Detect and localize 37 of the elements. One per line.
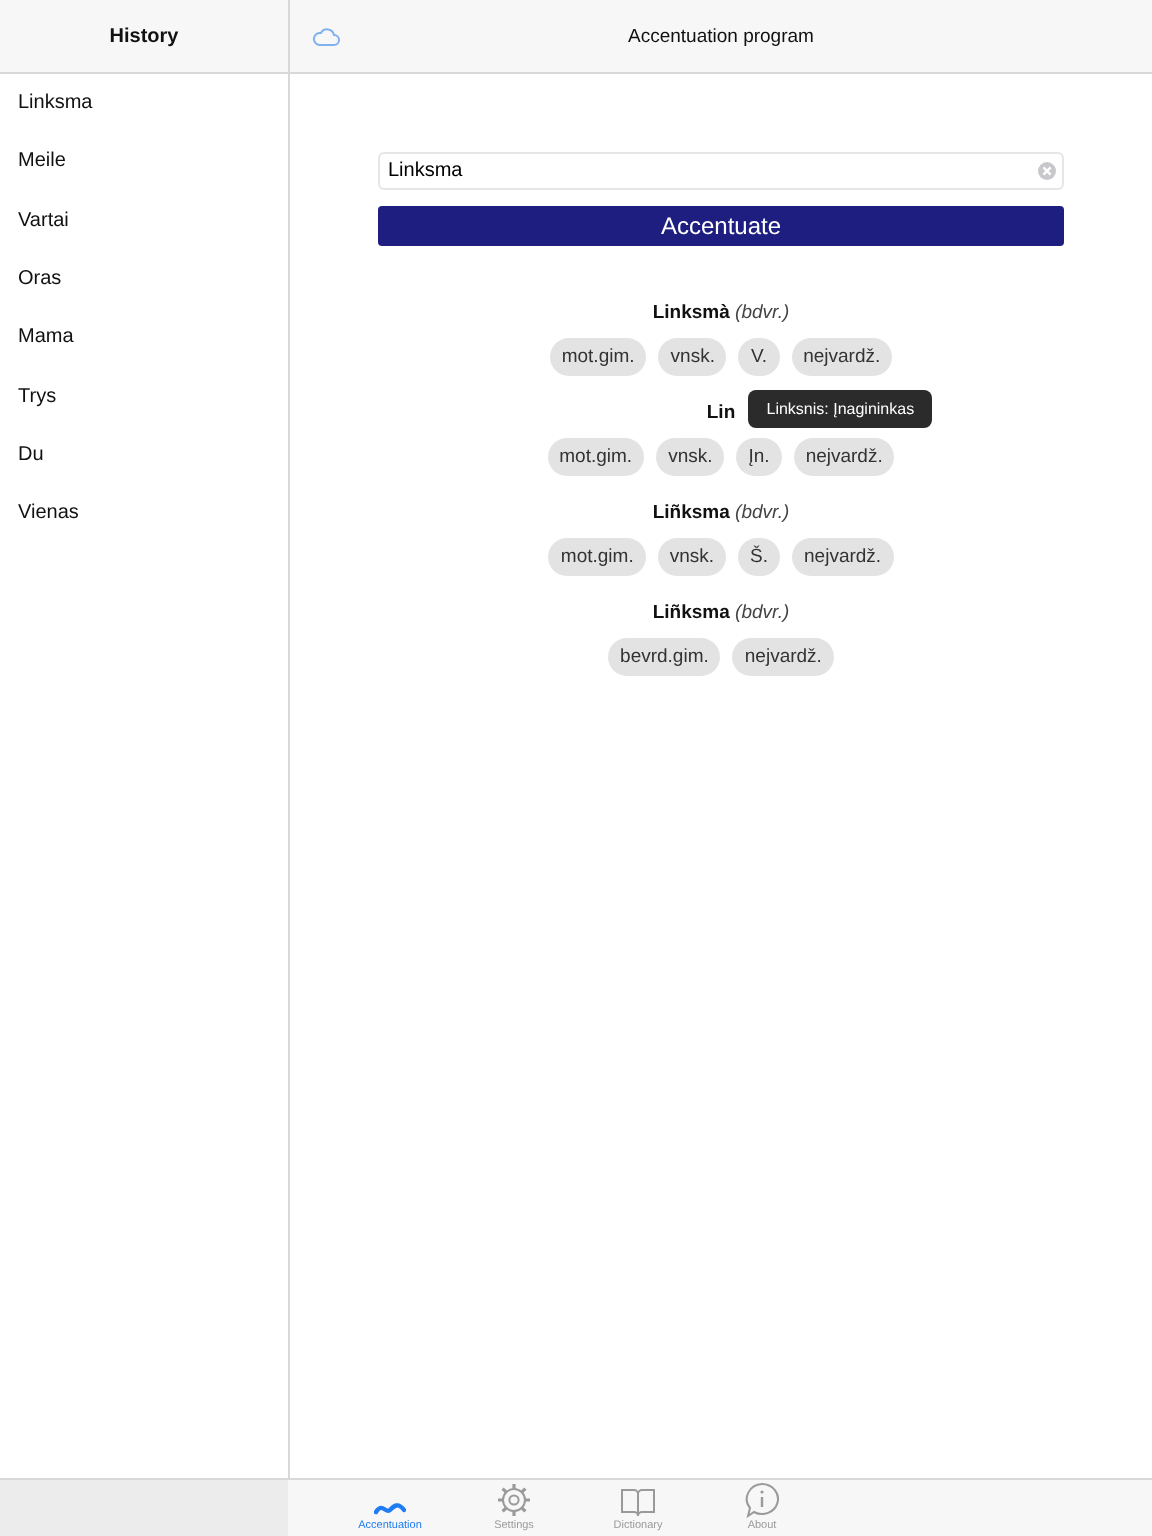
accentuate-button[interactable]: Accentuate [378, 206, 1064, 246]
history-item[interactable]: Mama [0, 308, 288, 367]
history-item[interactable]: Meile [0, 132, 288, 192]
grammar-tag[interactable]: Š. [738, 538, 781, 576]
grammar-tag[interactable]: vnsk. [656, 438, 725, 476]
grammar-tag[interactable]: Įn. [736, 438, 782, 476]
sidebar-title: History [109, 25, 179, 47]
grammar-tag[interactable]: vnsk. [657, 538, 727, 576]
grammar-tag[interactable]: mot.gim. [548, 538, 646, 576]
history-item[interactable]: Oras [0, 249, 288, 309]
history-item[interactable]: Vartai [0, 191, 288, 250]
word-heading: Liñksma (bdvr.) [652, 602, 790, 624]
word-heading: Lin [706, 402, 736, 424]
history-item[interactable]: Vienas [0, 484, 288, 543]
tooltip: Linksnis: Įnagininkas [748, 390, 933, 428]
cloud-icon[interactable] [312, 28, 340, 46]
grammar-tag[interactable]: nejvardž. [732, 638, 834, 676]
page-title: Accentuation program [628, 25, 814, 47]
wave-icon [374, 1502, 406, 1518]
settings-icon [496, 1482, 532, 1518]
history-item[interactable]: Du [0, 425, 288, 485]
grammar-tag[interactable]: nejvardž. [791, 338, 893, 376]
grammar-tag[interactable]: vnsk. [658, 338, 727, 376]
grammar-tag[interactable]: mot.gim. [547, 438, 645, 476]
word-heading: Linksmà (bdvr.) [652, 302, 790, 324]
word-heading: Liñksma (bdvr.) [652, 502, 790, 524]
book-icon [620, 1486, 656, 1518]
grammar-tag[interactable]: mot.gim. [549, 338, 647, 376]
history-item[interactable]: Linksma [0, 74, 288, 133]
info-icon [744, 1482, 780, 1518]
grammar-tag[interactable]: bevrd.gim. [608, 638, 721, 676]
search-field[interactable]: Linksma [378, 152, 1064, 190]
clear-icon[interactable] [1038, 162, 1056, 180]
history-item[interactable]: Trys [0, 366, 288, 426]
grammar-tag[interactable]: nejvardž. [792, 538, 894, 576]
grammar-tag[interactable]: V. [738, 338, 780, 376]
grammar-tag[interactable]: nejvardž. [793, 438, 895, 476]
